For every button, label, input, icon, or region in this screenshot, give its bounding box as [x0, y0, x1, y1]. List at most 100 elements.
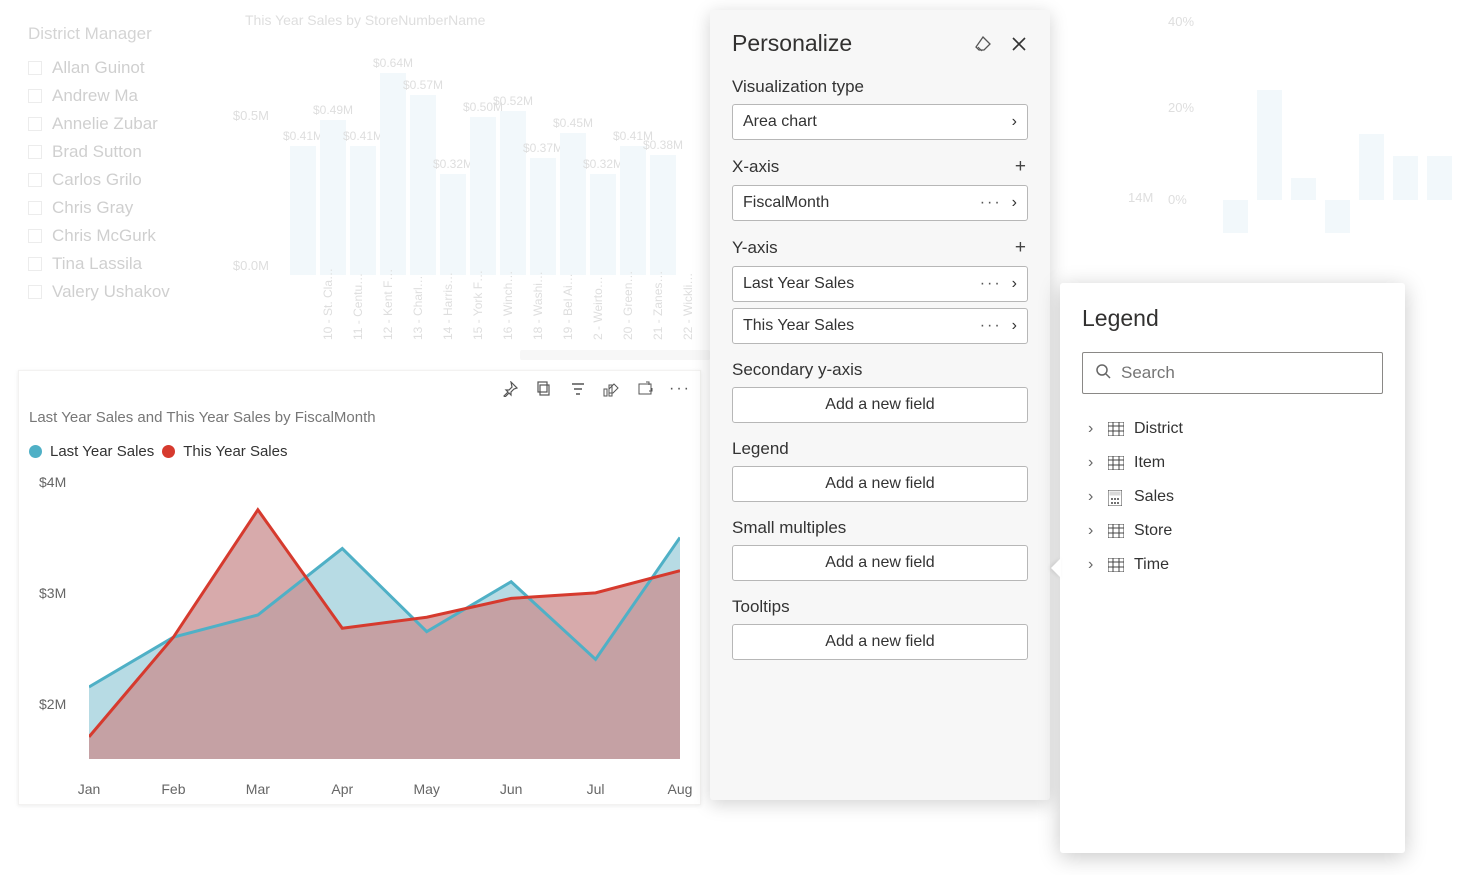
viz-type-selector[interactable]: Area chart ›	[732, 104, 1028, 140]
y-axis-field[interactable]: This Year Sales ··· ›	[732, 308, 1028, 344]
field-tree-label: Time	[1134, 556, 1169, 574]
field-tree-table[interactable]: ›Store	[1082, 514, 1383, 548]
checkbox-icon	[28, 117, 42, 131]
y-axis-value: This Year Sales	[743, 317, 970, 335]
area-xtick: Apr	[322, 781, 362, 797]
table-icon	[1108, 558, 1124, 572]
slicer-item: Annelie Zubar	[28, 110, 238, 138]
checkbox-icon	[28, 173, 42, 187]
bar-xtick: 16 - Winch…	[501, 320, 515, 340]
panel-title: Personalize	[732, 30, 852, 57]
add-x-axis-icon[interactable]: +	[1015, 156, 1028, 178]
slicer-item: Chris Gray	[28, 194, 238, 222]
personalize-panel: Personalize Visualization type Area char…	[710, 10, 1050, 800]
bar	[1257, 90, 1282, 200]
legend-swatch	[162, 445, 175, 458]
field-search-box[interactable]	[1082, 352, 1383, 394]
bar	[620, 146, 646, 275]
add-secondary-y-button[interactable]: Add a new field	[732, 387, 1028, 423]
bar-data-label: $0.32M	[578, 157, 628, 171]
bar-data-label: $0.57M	[398, 78, 448, 92]
bar-data-label: $0.50M	[458, 100, 508, 114]
x-axis-field[interactable]: FiscalMonth ··· ›	[732, 185, 1028, 221]
bar-xtick: 19 - Bel Ai…	[561, 320, 575, 340]
chevron-right-icon: ›	[1012, 275, 1017, 293]
slicer-item-label: Andrew Ma	[52, 86, 138, 106]
add-legend-button[interactable]: Add a new field	[732, 466, 1028, 502]
field-tree: ›District›Item›Sales›Store›Time	[1082, 412, 1383, 582]
field-tree-table[interactable]: ›Item	[1082, 446, 1383, 480]
bar-data-label: $0.45M	[548, 116, 598, 130]
more-options-icon[interactable]: ···	[980, 275, 1002, 293]
clear-icon[interactable]	[974, 35, 992, 53]
add-y-axis-icon[interactable]: +	[1015, 237, 1028, 259]
bar-xtick: 12 - Kent F…	[381, 320, 395, 340]
field-tree-table[interactable]: ›Time	[1082, 548, 1383, 582]
bar-data-label: $0.64M	[368, 56, 418, 70]
bar-data-label: $0.41M	[608, 129, 658, 143]
y-axis-field[interactable]: Last Year Sales ··· ›	[732, 266, 1028, 302]
search-icon	[1095, 363, 1111, 384]
bar-ytick: $0.5M	[210, 108, 275, 123]
slicer-item: Valery Ushakov	[28, 278, 238, 306]
field-tree-label: Sales	[1134, 488, 1174, 506]
add-small-multiples-button[interactable]: Add a new field	[732, 545, 1028, 581]
area-ytick: $3M	[39, 585, 66, 601]
slicer-item: Brad Sutton	[28, 138, 238, 166]
section-legend: Legend	[732, 439, 1028, 459]
bar-xtick: 2 - Weirto…	[591, 320, 605, 340]
filter-icon[interactable]	[568, 379, 588, 399]
legend-field-flyout: Legend ›District›Item›Sales›Store›Time	[1060, 283, 1405, 853]
table-icon	[1108, 490, 1124, 504]
pin-icon[interactable]	[500, 379, 520, 399]
checkbox-icon	[28, 229, 42, 243]
bar-data-label: $0.52M	[488, 94, 538, 108]
slicer-item-label: Carlos Grilo	[52, 170, 142, 190]
bar-data-label: $0.41M	[338, 129, 388, 143]
right-chart-visual: 40% 20% 0% 14M	[1108, 0, 1468, 300]
chevron-right-icon: ›	[1012, 194, 1017, 212]
table-icon	[1108, 456, 1124, 470]
slicer-item-label: Tina Lassila	[52, 254, 142, 274]
bar	[440, 174, 466, 275]
close-icon[interactable]	[1010, 35, 1028, 53]
area-ytick: $2M	[39, 696, 66, 712]
field-tree-table[interactable]: ›District	[1082, 412, 1383, 446]
bar-xtick: 20 - Green…	[621, 320, 635, 340]
area-chart-legend: Last Year Sales This Year Sales	[29, 443, 287, 460]
area-xtick: Aug	[660, 781, 700, 797]
area-ytick: $4M	[39, 474, 66, 490]
bar-xtick: 10 - St. Cla…	[321, 320, 335, 340]
flyout-title: Legend	[1082, 305, 1383, 332]
bar-xtick: 22 - Wickli…	[681, 320, 695, 340]
bar	[1427, 156, 1452, 200]
slicer-item: Chris McGurk	[28, 222, 238, 250]
more-options-icon[interactable]: ···	[980, 194, 1002, 212]
more-options-icon[interactable]: ···	[980, 317, 1002, 335]
right-ytick: 40%	[1168, 14, 1194, 29]
field-search-input[interactable]	[1119, 362, 1370, 384]
y-axis-value: Last Year Sales	[743, 275, 970, 293]
add-tooltips-button[interactable]: Add a new field	[732, 624, 1028, 660]
chevron-right-icon: ›	[1012, 113, 1017, 131]
bar	[530, 158, 556, 275]
personalize-icon[interactable]	[602, 379, 622, 399]
copy-icon[interactable]	[534, 379, 554, 399]
section-y-axis: Y-axis +	[732, 237, 1028, 259]
bar-xtick: 13 - Charl…	[411, 320, 425, 340]
area-xtick: Feb	[153, 781, 193, 797]
bar-data-label: $0.37M	[518, 141, 568, 155]
bar	[380, 73, 406, 275]
bar	[1359, 134, 1384, 200]
right-ytick: 0%	[1168, 192, 1187, 207]
area-chart-visual[interactable]: ··· Last Year Sales and This Year Sales …	[18, 370, 701, 805]
legend-swatch	[29, 445, 42, 458]
focus-mode-icon[interactable]	[636, 379, 656, 399]
more-options-icon[interactable]: ···	[670, 379, 690, 399]
section-viz-type: Visualization type	[732, 77, 1028, 97]
field-tree-label: District	[1134, 420, 1183, 438]
section-small-multiples: Small multiples	[732, 518, 1028, 538]
field-tree-table[interactable]: ›Sales	[1082, 480, 1383, 514]
bar-chart-scrollbar	[520, 350, 710, 360]
slicer-item-label: Valery Ushakov	[52, 282, 170, 302]
